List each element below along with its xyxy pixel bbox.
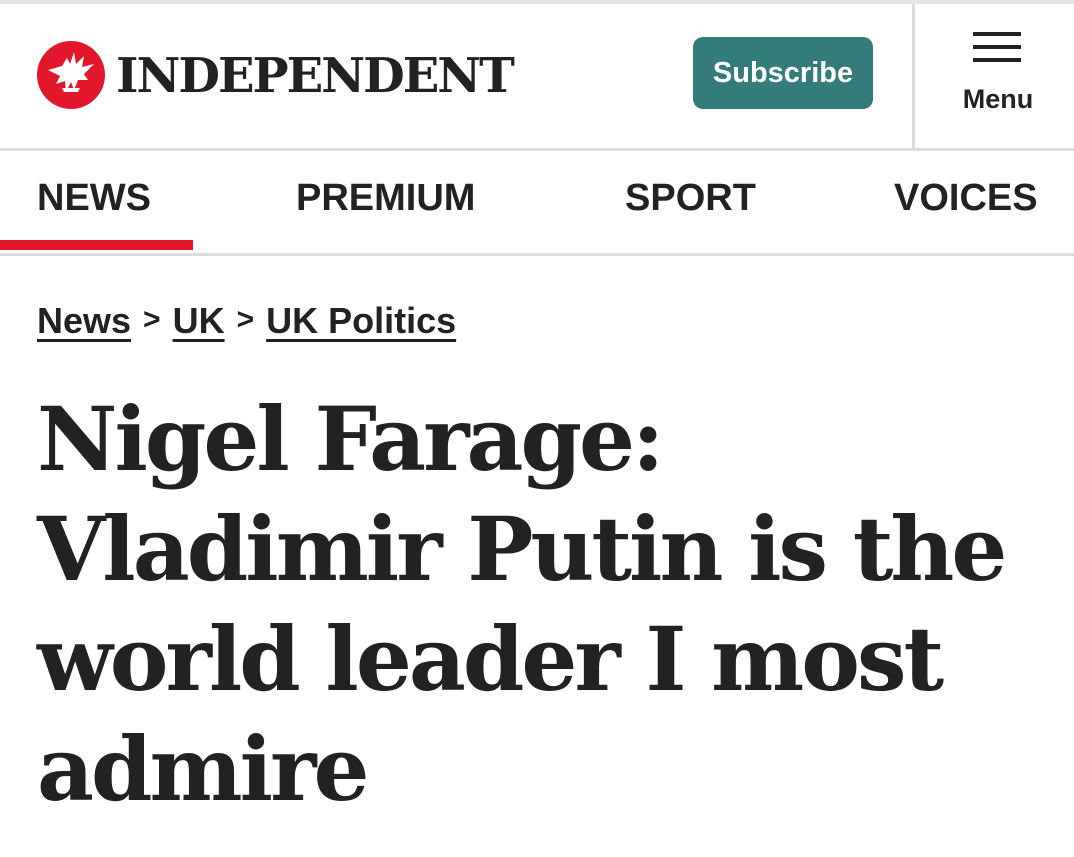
active-tab-indicator — [0, 240, 193, 250]
subscribe-button[interactable]: Subscribe — [693, 37, 873, 109]
brand-name[interactable]: INDEPENDENT — [116, 46, 515, 106]
breadcrumb-link-uk-politics[interactable]: UK Politics — [266, 300, 456, 341]
breadcrumb-link-news[interactable]: News — [37, 300, 131, 341]
tab-news[interactable]: NEWS — [37, 177, 151, 220]
tab-sport[interactable]: SPORT — [625, 177, 756, 220]
section-nav: NEWS PREMIUM SPORT VOICES — [0, 151, 1074, 256]
menu-button[interactable]: Menu — [915, 4, 1074, 148]
article-headline: Nigel Farage: Vladimir Putin is the worl… — [37, 387, 1007, 821]
tab-voices[interactable]: VOICES — [894, 177, 1038, 220]
site-header: INDEPENDENT Subscribe Menu — [0, 4, 1074, 151]
eagle-icon[interactable] — [36, 40, 106, 110]
tab-premium[interactable]: PREMIUM — [296, 177, 475, 220]
breadcrumb-link-uk[interactable]: UK — [173, 300, 225, 341]
hamburger-icon — [973, 32, 1021, 64]
menu-label: Menu — [962, 84, 1034, 114]
breadcrumb: News > UK > UK Politics — [37, 300, 456, 342]
breadcrumb-separator: > — [236, 303, 255, 336]
breadcrumb-separator: > — [143, 303, 161, 336]
